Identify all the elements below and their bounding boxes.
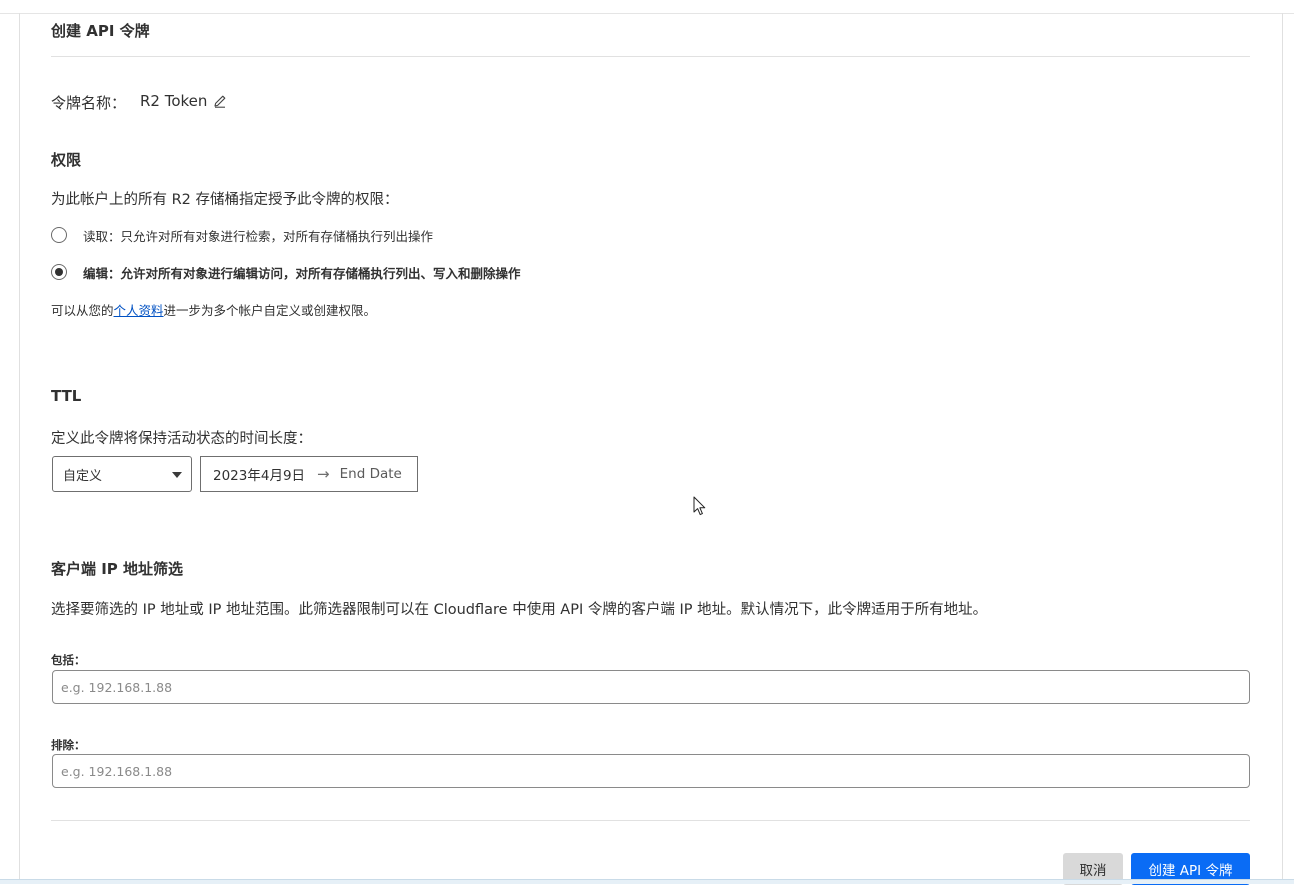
footer-divider bbox=[51, 820, 1250, 821]
caret-down-icon bbox=[172, 472, 182, 478]
include-label: 包括： bbox=[51, 653, 86, 667]
permissions-description: 为此帐户上的所有 R2 存储桶指定授予此令牌的权限： bbox=[51, 192, 399, 208]
mouse-cursor-icon bbox=[693, 496, 706, 516]
token-name-value: R2 Token bbox=[140, 92, 208, 110]
exclude-ip-input[interactable] bbox=[52, 754, 1250, 788]
ttl-date-range[interactable]: 2023年4月9日 → End Date bbox=[200, 456, 418, 492]
permission-option-edit[interactable]: 编辑：允许对所有对象进行编辑访问，对所有存储桶执行列出、写入和删除操作 bbox=[51, 263, 521, 281]
left-border bbox=[19, 13, 20, 884]
include-ip-input[interactable] bbox=[52, 670, 1250, 704]
radio-read[interactable] bbox=[51, 227, 67, 243]
ttl-title: TTL bbox=[51, 387, 82, 405]
permissions-note: 可以从您的个人资料进一步为多个帐户自定义或创建权限。 bbox=[51, 300, 376, 319]
permission-read-label: 读取：只允许对所有对象进行检索，对所有存储桶执行列出操作 bbox=[83, 228, 434, 244]
note-suffix: 进一步为多个帐户自定义或创建权限。 bbox=[163, 303, 377, 318]
ttl-select-value: 自定义 bbox=[63, 468, 103, 484]
top-border bbox=[0, 13, 1294, 14]
permission-edit-label: 编辑：允许对所有对象进行编辑访问，对所有存储桶执行列出、写入和删除操作 bbox=[83, 265, 521, 281]
permissions-title: 权限 bbox=[51, 151, 82, 169]
profile-link[interactable]: 个人资料 bbox=[114, 303, 164, 318]
create-token-page: 创建 API 令牌 令牌名称： R2 Token 权限 为此帐户上的所有 R2 … bbox=[0, 0, 1294, 885]
header-divider bbox=[51, 56, 1250, 57]
arrow-right-icon: → bbox=[317, 465, 330, 483]
ttl-select[interactable]: 自定义 bbox=[52, 456, 192, 492]
right-border bbox=[1282, 13, 1283, 884]
token-name-label: 令牌名称： bbox=[51, 94, 127, 112]
radio-edit[interactable] bbox=[51, 264, 67, 280]
page-title: 创建 API 令牌 bbox=[51, 22, 150, 40]
note-prefix: 可以从您的 bbox=[51, 303, 114, 318]
bottom-edge bbox=[0, 879, 1294, 884]
pencil-icon[interactable] bbox=[212, 93, 228, 109]
ip-filter-description: 选择要筛选的 IP 地址或 IP 地址范围。此筛选器限制可以在 Cloudfla… bbox=[51, 602, 988, 618]
permission-option-read[interactable]: 读取：只允许对所有对象进行检索，对所有存储桶执行列出操作 bbox=[51, 226, 433, 244]
ip-filter-title: 客户端 IP 地址筛选 bbox=[51, 560, 184, 578]
end-date[interactable]: End Date bbox=[340, 466, 402, 482]
start-date[interactable]: 2023年4月9日 bbox=[213, 464, 305, 484]
exclude-label: 排除： bbox=[51, 738, 86, 752]
ttl-description: 定义此令牌将保持活动状态的时间长度： bbox=[51, 431, 312, 447]
